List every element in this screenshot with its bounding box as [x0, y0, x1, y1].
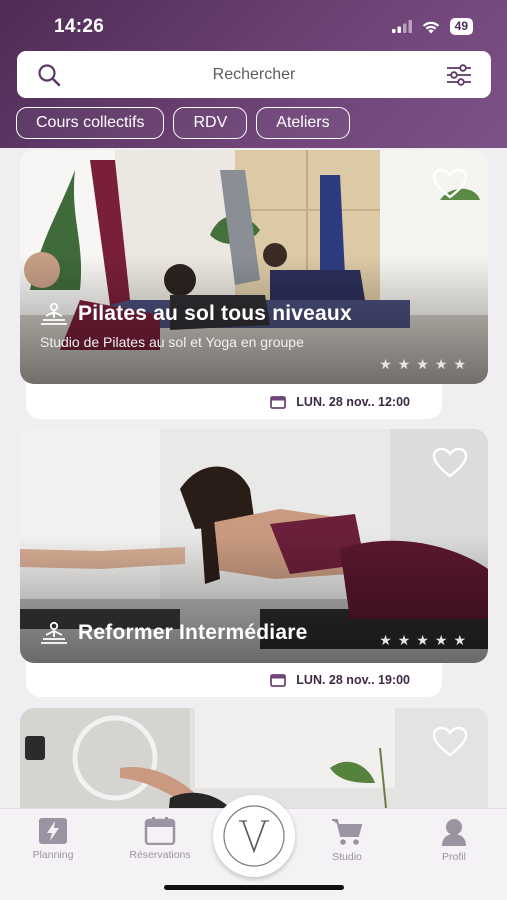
star-icon: ★: [453, 632, 466, 648]
star-icon: ★: [416, 632, 429, 648]
user-icon: [442, 819, 466, 846]
star-icon: ★: [416, 356, 429, 372]
rating-stars: ★ ★ ★ ★ ★: [379, 632, 466, 649]
star-icon: ★: [434, 632, 448, 648]
lightning-icon: [39, 818, 67, 844]
tab-studio[interactable]: Studio: [302, 817, 392, 863]
star-icon: ★: [379, 356, 392, 372]
star-icon: ★: [397, 632, 411, 648]
star-icon: ★: [434, 356, 448, 372]
class-date-text: LUN. 28 nov.. 12:00: [296, 395, 410, 409]
home-indicator: [164, 885, 344, 890]
star-icon: ★: [397, 356, 411, 372]
favorite-heart-icon[interactable]: [432, 168, 468, 200]
calendar-icon: [144, 817, 176, 845]
tab-planning[interactable]: Planning: [8, 817, 98, 861]
chip-rdv[interactable]: RDV: [173, 107, 248, 139]
shopping-cart-icon: [332, 819, 363, 845]
calendar-icon: [270, 396, 287, 409]
chip-cours-collectifs[interactable]: Cours collectifs: [16, 107, 165, 139]
search-icon[interactable]: [37, 63, 61, 87]
class-title-text: Reformer Intermédiare: [78, 621, 308, 644]
tab-profil[interactable]: Profil: [409, 817, 499, 863]
search-input[interactable]: [17, 65, 491, 84]
filter-settings-icon[interactable]: [445, 63, 473, 87]
calendar-icon: [270, 674, 287, 687]
favorite-heart-icon[interactable]: [432, 726, 468, 758]
tab-planning-label: Planning: [32, 849, 74, 861]
status-icons: 49: [391, 18, 473, 35]
status-bar: 14:26 49: [0, 0, 507, 50]
star-icon: ★: [453, 356, 466, 372]
filter-chips: Cours collectifs RDV Ateliers: [16, 107, 350, 139]
status-time: 14:26: [54, 16, 105, 37]
class-date: LUN. 28 nov.. 19:00: [270, 673, 410, 687]
battery-indicator: 49: [449, 18, 473, 35]
tab-reservations[interactable]: Réservations: [115, 817, 205, 861]
class-title: Pilates au sol tous niveaux: [40, 302, 352, 326]
instructor-icon: [41, 621, 67, 644]
favorite-heart-icon[interactable]: [432, 447, 468, 479]
class-list[interactable]: LUN. 28 nov.. 12:00 Pilates au sol tous …: [0, 148, 507, 808]
chip-ateliers[interactable]: Ateliers: [256, 107, 350, 139]
class-image[interactable]: [20, 708, 488, 808]
class-date-text: LUN. 28 nov.. 19:00: [296, 673, 410, 687]
app-header: 14:26 49 Rechercher Cours collectifs RDV…: [0, 0, 507, 148]
star-icon: ★: [379, 632, 392, 648]
search-bar[interactable]: [17, 51, 491, 98]
tab-reservations-label: Réservations: [129, 849, 191, 861]
instructor-icon: [41, 302, 67, 325]
tab-profil-label: Profil: [442, 851, 466, 863]
studio-logo-button[interactable]: [213, 795, 295, 877]
wifi-icon: [422, 21, 439, 33]
signal-icon: [391, 20, 412, 33]
tab-studio-label: Studio: [332, 851, 362, 863]
class-title: Reformer Intermédiare: [40, 621, 307, 645]
class-image[interactable]: Pilates au sol tous niveaux Studio de Pi…: [20, 150, 488, 384]
rating-stars: ★ ★ ★ ★ ★: [379, 356, 466, 373]
class-title-text: Pilates au sol tous niveaux: [78, 302, 352, 325]
studio-photo: [20, 708, 488, 808]
studio-logo-icon: [223, 805, 285, 867]
class-date: LUN. 28 nov.. 12:00: [270, 395, 410, 409]
class-subtitle: Studio de Pilates au sol et Yoga en grou…: [40, 334, 304, 350]
class-image[interactable]: Reformer Intermédiare ★ ★ ★ ★ ★: [20, 429, 488, 663]
